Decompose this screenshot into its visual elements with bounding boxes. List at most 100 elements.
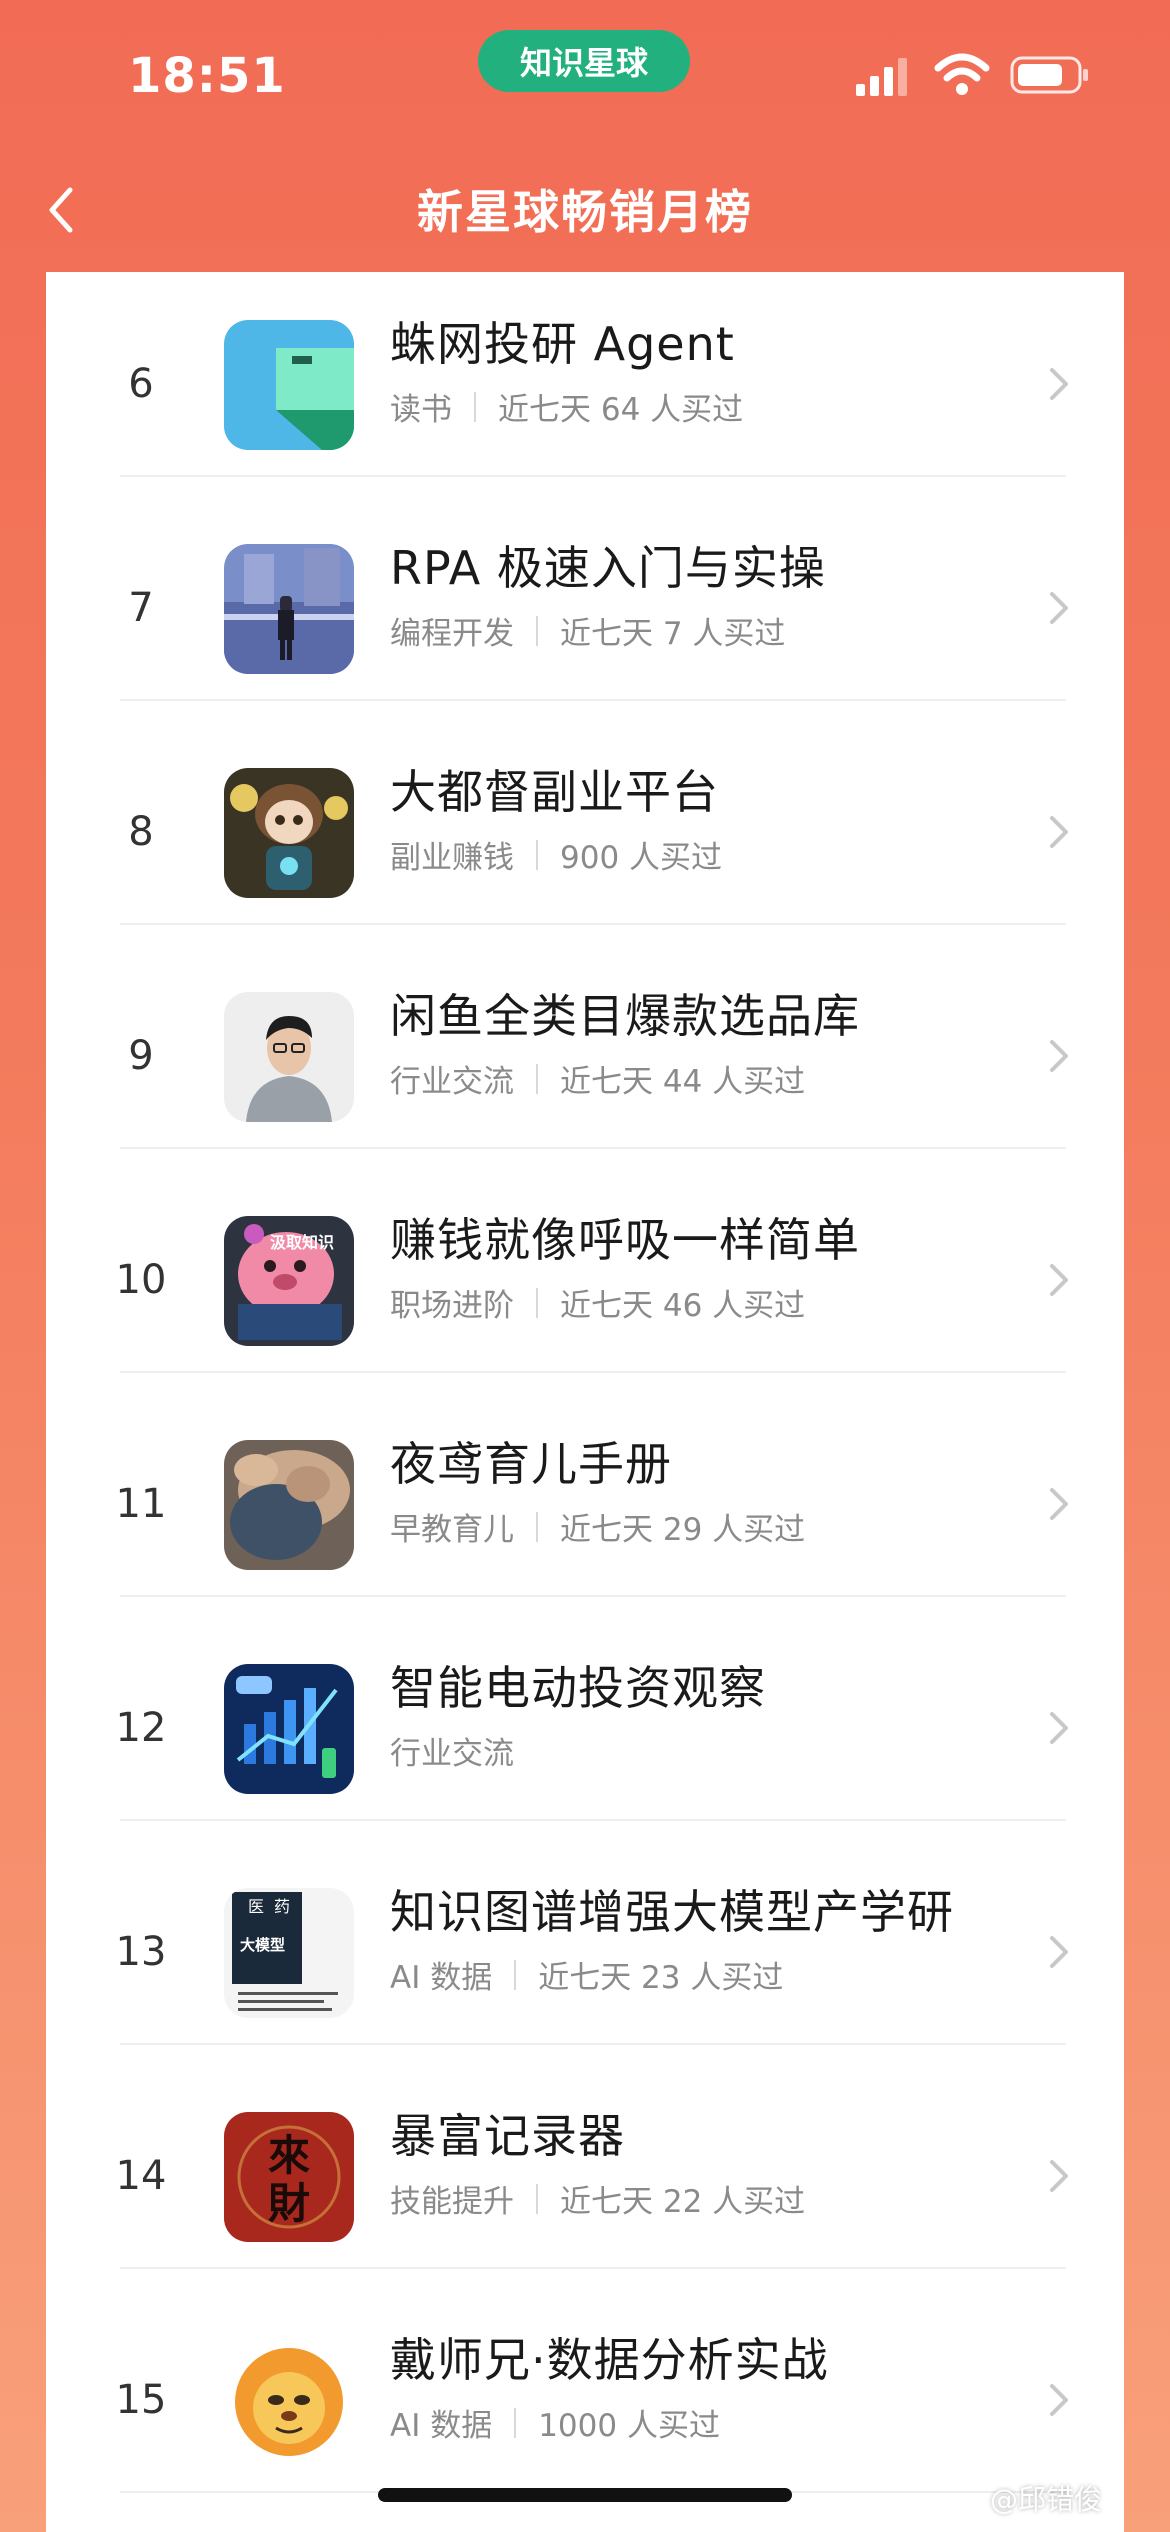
thumb-badge-text: 汲取知识 bbox=[270, 1233, 334, 1252]
row-divider bbox=[120, 1819, 1066, 1821]
planet-thumbnail bbox=[224, 992, 354, 1122]
item-meta: 行业交流 近七天 44 人买过 bbox=[390, 1056, 1030, 1101]
status-time: 18:51 bbox=[128, 48, 286, 104]
item-title: 知识图谱增强大模型产学研 bbox=[390, 1885, 954, 1939]
item-title: 暴富记录器 bbox=[390, 2109, 625, 2163]
item-meta: 早教育儿 近七天 29 人买过 bbox=[390, 1504, 1030, 1549]
row-divider bbox=[120, 699, 1066, 701]
nav-bar: 新星球畅销月榜 bbox=[0, 160, 1170, 260]
rank-number: 14 bbox=[115, 2153, 167, 2199]
item-meta: AI 数据 1000 人买过 bbox=[390, 2400, 1030, 2445]
row-divider bbox=[120, 475, 1066, 477]
rank-number: 13 bbox=[115, 1929, 167, 1975]
item-meta: 读书 近七天 64 人买过 bbox=[390, 384, 1030, 429]
item-stat: 近七天 46 人买过 bbox=[560, 1288, 806, 1324]
item-title: 夜鸢育儿手册 bbox=[390, 1437, 672, 1491]
chevron-right-icon bbox=[1050, 1936, 1068, 1968]
item-meta: AI 数据 近七天 23 人买过 bbox=[390, 1952, 1030, 1997]
meta-divider bbox=[514, 2407, 517, 2438]
planet-thumbnail: 汲取知识 bbox=[224, 1216, 354, 1346]
rank-number: 8 bbox=[128, 809, 154, 855]
chevron-right-icon bbox=[1050, 816, 1068, 848]
rank-number: 15 bbox=[115, 2377, 167, 2423]
item-category: 读书 bbox=[390, 392, 452, 428]
chevron-right-icon bbox=[1050, 2384, 1068, 2416]
item-title: 大都督副业平台 bbox=[390, 765, 719, 819]
item-meta: 职场进阶 近七天 46 人买过 bbox=[390, 1280, 1030, 1325]
meta-divider bbox=[536, 2183, 538, 2214]
list-item[interactable]: 6 蛛网投研 Agent 读书 近七天 64 人买过 bbox=[46, 272, 1124, 496]
item-category: 职场进阶 bbox=[390, 1288, 514, 1324]
thumb-cover-text: 药 bbox=[274, 1897, 290, 1916]
list-item[interactable]: 9 闲鱼全类目爆款选品库 行业交流 近七天 44 人买过 bbox=[46, 944, 1124, 1168]
wifi-icon bbox=[934, 53, 990, 95]
item-category: AI 数据 bbox=[390, 2408, 493, 2444]
rank-number: 12 bbox=[115, 1705, 167, 1751]
planet-thumbnail bbox=[224, 1440, 354, 1570]
item-title: 闲鱼全类目爆款选品库 bbox=[390, 989, 860, 1043]
chevron-right-icon bbox=[1050, 1264, 1068, 1296]
item-meta: 副业赚钱 900 人买过 bbox=[390, 832, 1030, 877]
thumb-cover-text: 大模型 bbox=[240, 1936, 285, 1954]
list-item[interactable]: 7 RPA 极速入门与实操 编程开发 近七天 7 人买过 bbox=[46, 496, 1124, 720]
thumb-cover-text: 医 bbox=[248, 1897, 264, 1916]
planet-thumbnail bbox=[224, 1664, 354, 1794]
meta-divider bbox=[474, 391, 476, 422]
page-title: 新星球畅销月榜 bbox=[417, 185, 753, 239]
meta-divider bbox=[536, 839, 538, 870]
list-item[interactable]: 15 戴师兄·数据分析实战 AI 数据 1000 人买过 bbox=[46, 2288, 1124, 2512]
planet-thumbnail: 來 財 bbox=[224, 2112, 354, 2242]
item-category: 编程开发 bbox=[390, 616, 514, 652]
meta-divider bbox=[536, 615, 538, 646]
meta-divider bbox=[536, 1511, 538, 1542]
item-stat: 近七天 7 人买过 bbox=[560, 616, 786, 652]
home-indicator[interactable] bbox=[378, 2488, 792, 2502]
ranking-list: 6 蛛网投研 Agent 读书 近七天 64 人买过 7 RPA 极速入门与实操… bbox=[46, 272, 1124, 2532]
item-meta: 行业交流 bbox=[390, 1728, 1030, 1773]
list-item[interactable]: 8 大都督副业平台 副业赚钱 900 人买过 bbox=[46, 720, 1124, 944]
rank-number: 10 bbox=[115, 1257, 167, 1303]
item-category: 行业交流 bbox=[390, 1064, 514, 1100]
thumb-cover-text: 來 bbox=[268, 2131, 310, 2180]
item-category: 技能提升 bbox=[390, 2184, 514, 2220]
item-stat: 近七天 44 人买过 bbox=[560, 1064, 806, 1100]
row-divider bbox=[120, 1147, 1066, 1149]
chevron-right-icon bbox=[1050, 1488, 1068, 1520]
item-meta: 编程开发 近七天 7 人买过 bbox=[390, 608, 1030, 653]
cellular-signal-icon bbox=[856, 58, 907, 96]
chevron-right-icon bbox=[1050, 1712, 1068, 1744]
row-divider bbox=[120, 1371, 1066, 1373]
item-title: 赚钱就像呼吸一样简单 bbox=[390, 1213, 860, 1267]
battery-icon bbox=[1010, 56, 1088, 94]
row-divider bbox=[120, 1595, 1066, 1597]
thumb-cover-text: 財 bbox=[268, 2179, 310, 2228]
item-category: 行业交流 bbox=[390, 1736, 514, 1772]
planet-thumbnail bbox=[224, 2336, 354, 2466]
item-stat: 近七天 64 人买过 bbox=[498, 392, 744, 428]
list-item[interactable]: 10 汲取知识 赚钱就像呼吸一样简单 职场进阶 近七天 46 人买过 bbox=[46, 1168, 1124, 1392]
planet-thumbnail bbox=[224, 768, 354, 898]
app-badge[interactable]: 知识星球 bbox=[478, 30, 690, 92]
list-item[interactable]: 14 來 財 暴富记录器 技能提升 近七天 22 人买过 bbox=[46, 2064, 1124, 2288]
list-item[interactable]: 12 智能电动投资观察 行业交流 bbox=[46, 1616, 1124, 1840]
chevron-right-icon bbox=[1050, 1040, 1068, 1072]
item-category: 早教育儿 bbox=[390, 1512, 514, 1548]
item-stat: 近七天 22 人买过 bbox=[560, 2184, 806, 2220]
rank-number: 7 bbox=[128, 585, 154, 631]
item-category: AI 数据 bbox=[390, 1960, 493, 1996]
status-bar: 18:51 知识星球 bbox=[0, 0, 1170, 150]
item-title: 蛛网投研 Agent bbox=[390, 317, 735, 371]
row-divider bbox=[120, 923, 1066, 925]
list-item[interactable]: 11 夜鸢育儿手册 早教育儿 近七天 29 人买过 bbox=[46, 1392, 1124, 1616]
item-title: 戴师兄·数据分析实战 bbox=[390, 2333, 829, 2387]
list-item[interactable]: 13 医 药 大模型 知识图谱增强大模型产学研 AI 数据 近七天 23 人买过 bbox=[46, 1840, 1124, 2064]
item-title: 智能电动投资观察 bbox=[390, 1661, 766, 1715]
rank-number: 6 bbox=[128, 361, 154, 407]
item-title: RPA 极速入门与实操 bbox=[390, 541, 826, 595]
item-category: 副业赚钱 bbox=[390, 840, 514, 876]
planet-thumbnail bbox=[224, 544, 354, 674]
row-divider bbox=[120, 2043, 1066, 2045]
meta-divider bbox=[536, 1063, 538, 1094]
planet-thumbnail bbox=[224, 320, 354, 450]
item-stat: 900 人买过 bbox=[560, 840, 723, 876]
